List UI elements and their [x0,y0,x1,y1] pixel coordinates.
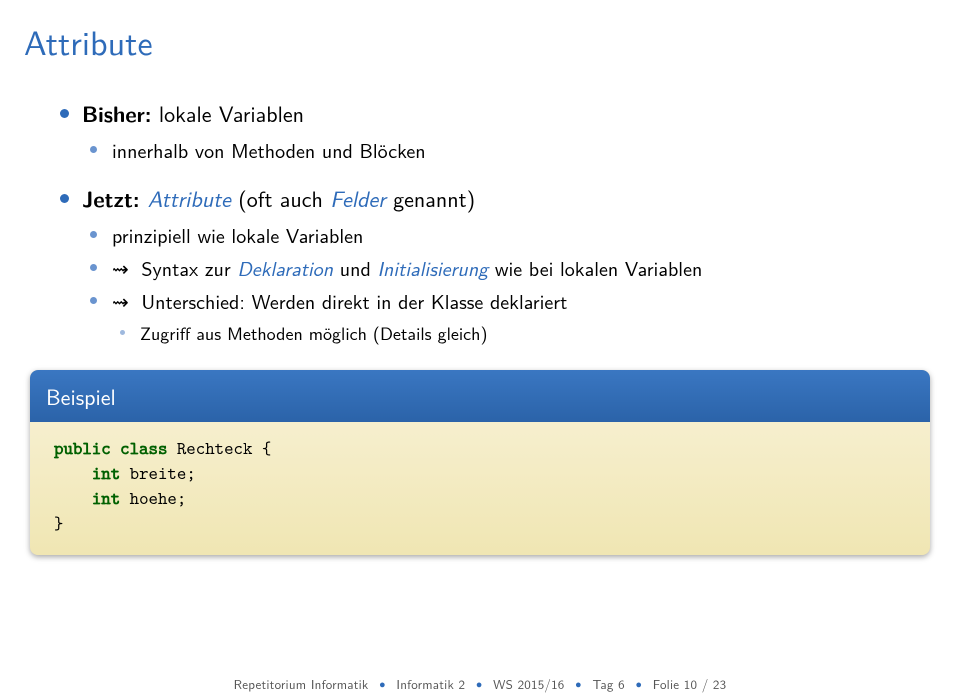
bullet-jetzt-attr: Attribute [148,182,231,214]
code-close: } [54,511,63,535]
footer-b: Informatik 2 [396,675,465,694]
slide-footer: Repetitorium Informatik ● Informatik 2 ●… [0,675,960,694]
bullet-syntax: ⇝ Syntax zur Deklaration und Initialisie… [90,254,920,283]
bullet-syntax-t3: wie bei lokalen Variablen [488,254,702,283]
bullet-sep-icon: ● [635,676,642,692]
footer-c: WS 2015/16 [493,675,564,694]
bullet-syntax-em1: Deklaration [237,254,333,283]
bullet-jetzt-text2: genannt) [386,182,475,214]
example-header: Beispiel [30,370,930,422]
bullet-bisher-bold: Bisher: [82,97,152,129]
bullet-bisher-sub: innerhalb von Methoden und Blöcken [90,136,920,165]
bullet-sep-icon: ● [379,676,386,692]
footer-e: Folie 10 / 23 [653,675,727,694]
bullet-syntax-t1: Syntax zur [135,254,238,283]
bullet-jetzt-text1: (oft auch [231,182,330,214]
footer-d: Tag 6 [592,675,624,694]
bullet-sep-icon: ● [575,676,582,692]
slide-content: Bisher: lokale Variablen innerhalb von M… [0,74,960,346]
bullet-unterschied: ⇝ Unterschied: Werden direkt in der Klas… [90,287,920,316]
bullet-zugriff: Zugriff aus Methoden möglich (Details gl… [120,320,920,346]
kw-class: class [120,436,167,460]
bullet-jetzt: Jetzt: Attribute (oft auch Felder genann… [60,183,920,215]
bullet-prinz: prinzipiell wie lokale Variablen [90,221,920,250]
kw-int: int [92,486,120,510]
bullet-jetzt-bold: Jetzt: [82,182,148,214]
bullet-sep-icon: ● [476,676,483,692]
arrow-icon: ⇝ [112,287,129,316]
bullet-syntax-t2: und [333,254,377,283]
code-breite: breite; [120,461,196,485]
kw-int: int [92,461,120,485]
bullet-jetzt-felder: Felder [330,182,386,214]
bullet-bisher: Bisher: lokale Variablen [60,98,920,130]
slide-title: Attribute [0,0,960,74]
kw-public: public [54,436,111,460]
example-block: Beispiel public class Rechteck { int bre… [30,370,930,555]
footer-a: Repetitorium Informatik [234,675,369,694]
arrow-icon: ⇝ [112,254,129,283]
code-hoehe: hoehe; [120,486,186,510]
code-classname: Rechteck { [167,436,271,460]
example-code: public class Rechteck { int breite; int … [30,422,930,555]
bullet-syntax-em2: Initialisierung [377,254,488,283]
bullet-unterschied-text: Unterschied: Werden direkt in der Klasse… [135,287,568,316]
bullet-bisher-text: lokale Variablen [152,97,304,129]
